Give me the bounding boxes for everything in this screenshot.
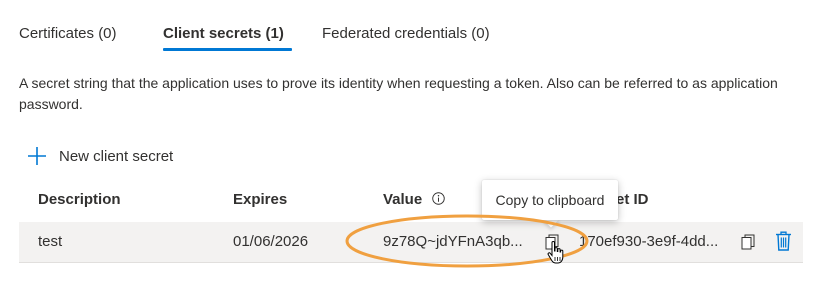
column-header-expires: Expires (233, 191, 288, 208)
new-client-secret-button[interactable]: New client secret (27, 145, 173, 167)
secret-expires-cell: 01/06/2026 (233, 233, 309, 250)
secret-id-cell: 170ef930-3e9f-4dd... (579, 233, 719, 250)
active-tab-indicator (163, 48, 292, 51)
tab-client-secrets[interactable]: Client secrets (1) (163, 24, 284, 44)
hand-cursor-icon (547, 241, 564, 264)
tab-federated-credentials[interactable]: Federated credentials (0) (322, 24, 490, 44)
credentials-tabs: Certificates (0) Client secrets (1) Fede… (0, 0, 819, 52)
copy-secret-id-icon[interactable] (741, 234, 755, 250)
column-header-value-label: Value (383, 191, 423, 208)
plus-icon (28, 147, 46, 165)
column-header-secret-id: et ID (616, 191, 649, 208)
client-secrets-page: Certificates (0) Client secrets (1) Fede… (0, 0, 819, 295)
new-client-secret-label: New client secret (59, 147, 174, 165)
column-header-description: Description (38, 191, 121, 208)
tab-certificates[interactable]: Certificates (0) (19, 24, 117, 44)
column-header-value: Value (383, 190, 446, 210)
secret-value-cell: 9z78Q~jdYFnA3qb... (383, 233, 523, 250)
trash-icon[interactable] (775, 231, 792, 251)
secret-description-text: A secret string that the application use… (19, 75, 778, 112)
copy-tooltip: Copy to clipboard (482, 180, 618, 220)
info-icon[interactable] (432, 192, 446, 205)
secret-description-cell: test (38, 233, 63, 250)
